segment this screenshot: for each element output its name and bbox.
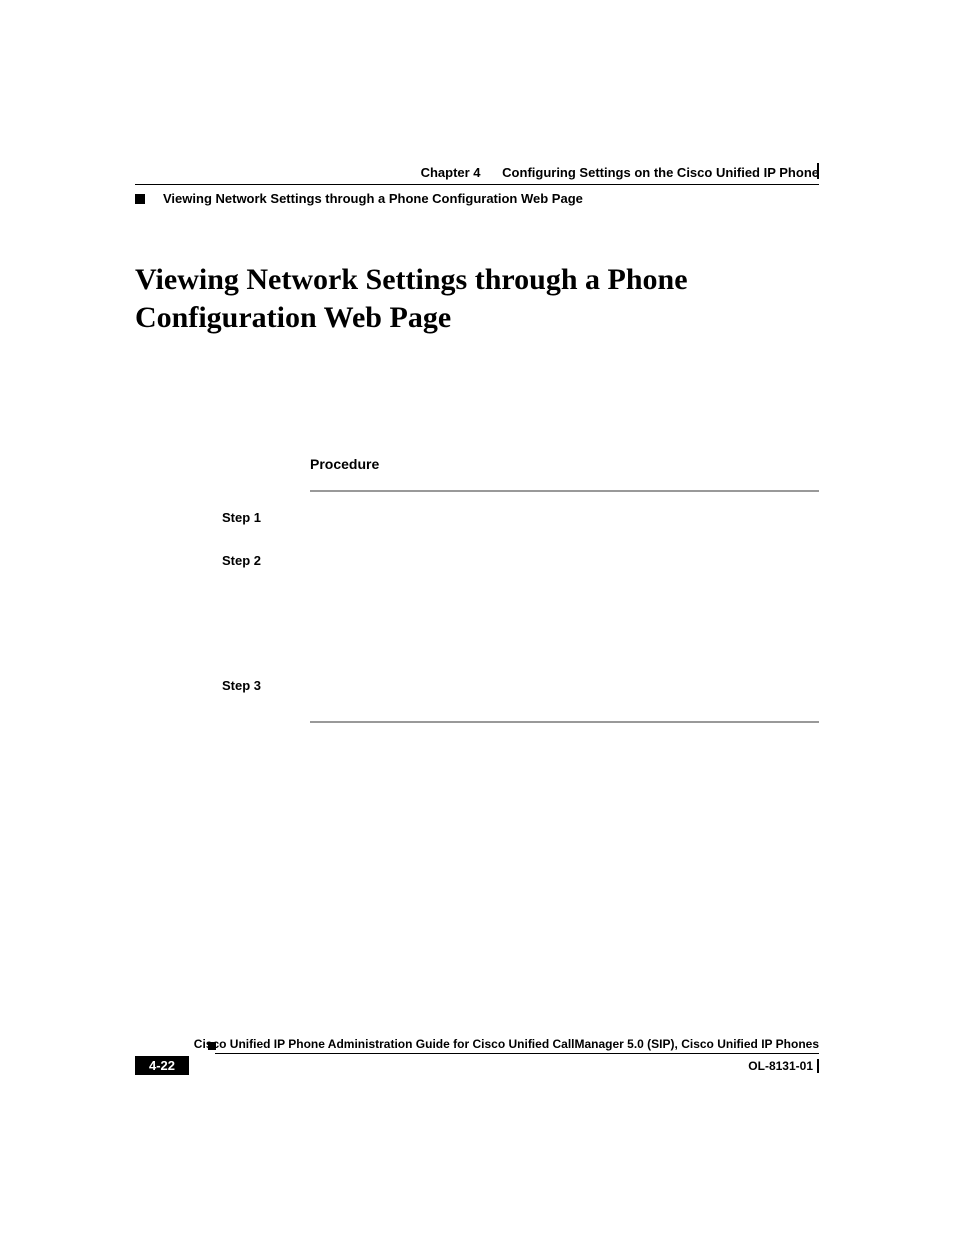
- divider-bottom: [310, 721, 819, 723]
- running-header: Chapter 4 Configuring Settings on the Ci…: [135, 165, 819, 206]
- chapter-title: Configuring Settings on the Cisco Unifie…: [502, 165, 819, 180]
- square-bullet-icon: [135, 194, 145, 204]
- footer-rule: [215, 1053, 819, 1054]
- header-section-row: Viewing Network Settings through a Phone…: [135, 184, 819, 206]
- footer-square-icon: [208, 1042, 216, 1050]
- footer-pipe-icon: [817, 1059, 819, 1073]
- divider-top: [310, 490, 819, 492]
- step-label: Step 1: [222, 510, 310, 525]
- procedure-step: Step 2: [310, 553, 819, 568]
- step-label: Step 2: [222, 553, 310, 568]
- page-number: 4-22: [135, 1056, 189, 1075]
- chapter-number: Chapter 4: [421, 165, 481, 180]
- header-pipe-icon: [817, 163, 819, 179]
- step-label: Step 3: [222, 678, 310, 693]
- page-footer: Cisco Unified IP Phone Administration Gu…: [135, 1037, 819, 1075]
- section-header-text: Viewing Network Settings through a Phone…: [163, 191, 583, 206]
- footer-bottom-row: 4-22 OL-8131-01: [135, 1056, 819, 1075]
- page-title: Viewing Network Settings through a Phone…: [135, 261, 819, 336]
- procedure-step: Step 3: [310, 678, 819, 693]
- procedure-step: Step 1: [310, 510, 819, 525]
- document-number: OL-8131-01: [748, 1059, 813, 1073]
- procedure-label: Procedure: [310, 456, 819, 472]
- page-content: Chapter 4 Configuring Settings on the Ci…: [135, 165, 819, 1070]
- header-top-line: Chapter 4 Configuring Settings on the Ci…: [135, 165, 819, 180]
- footer-guide-title: Cisco Unified IP Phone Administration Gu…: [194, 1037, 819, 1051]
- footer-right-group: OL-8131-01: [748, 1059, 819, 1073]
- procedure-block: Procedure Step 1 Step 2 Step 3: [310, 456, 819, 723]
- footer-title-row: Cisco Unified IP Phone Administration Gu…: [135, 1037, 819, 1053]
